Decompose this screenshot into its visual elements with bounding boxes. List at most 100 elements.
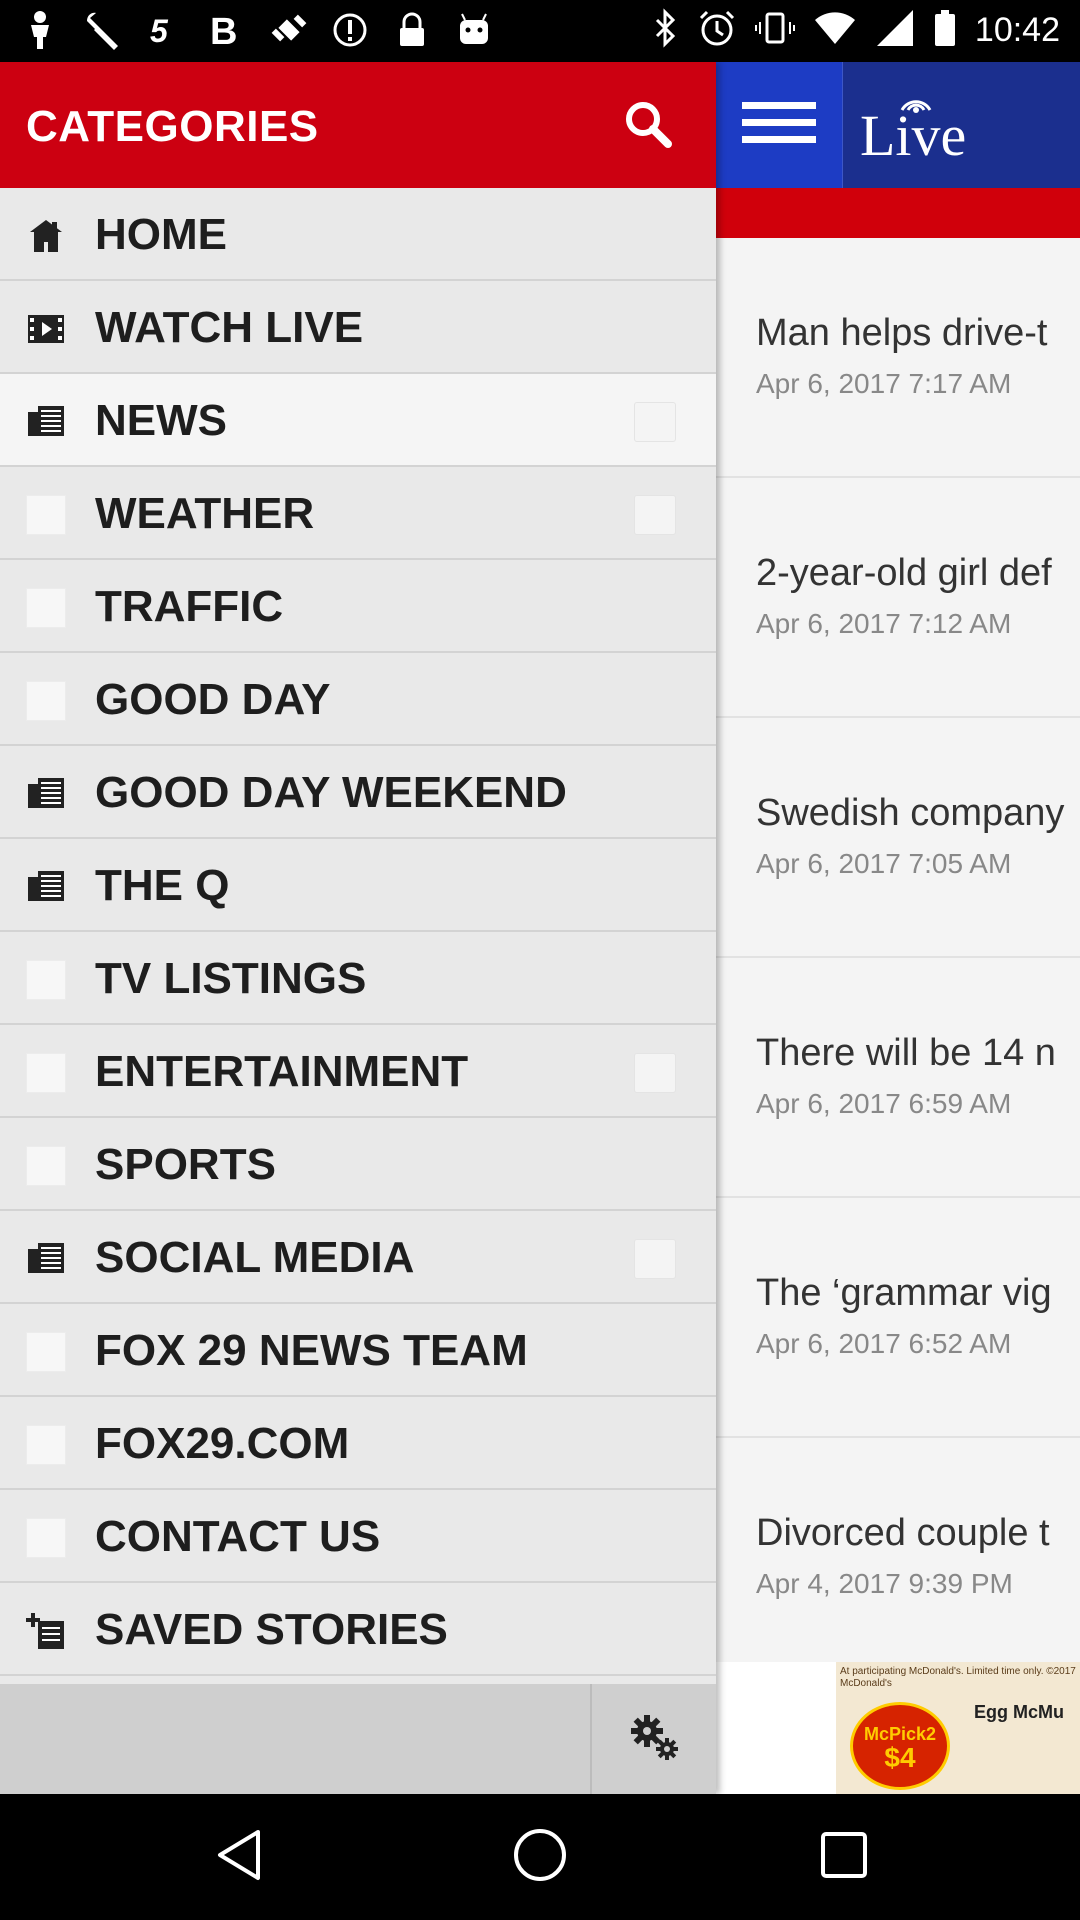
story-item[interactable]: Divorced couple t Apr 4, 2017 9:39 PM (716, 1438, 1080, 1678)
ad-badge-line2: $4 (884, 1742, 916, 1773)
blank-square (26, 1425, 66, 1465)
add-document-icon (26, 1611, 66, 1651)
menu-item-weather[interactable]: WEATHER (0, 467, 716, 560)
status-time: 10:42 (974, 11, 1060, 49)
person-icon (22, 10, 58, 50)
menu-item-entertainment[interactable]: ENTERTAINMENT (0, 1025, 716, 1118)
status-right-icons: 10:42 (653, 8, 1060, 53)
alarm-icon (697, 8, 737, 53)
menu-item-label: FOX29.COM (95, 1419, 350, 1468)
menu-button[interactable] (716, 62, 843, 188)
wrench-icon (84, 10, 120, 50)
blank-square (26, 495, 66, 535)
live-button[interactable]: Live (844, 62, 1080, 188)
search-button[interactable] (620, 96, 676, 152)
svg-text:B: B (210, 11, 237, 50)
documents-icon (26, 1239, 66, 1279)
menu-item-social-media[interactable]: SOCIAL MEDIA (0, 1211, 716, 1304)
home-icon (26, 216, 66, 256)
story-item[interactable]: Man helps drive-t Apr 6, 2017 7:17 AM (716, 238, 1080, 478)
placeholder-icon (26, 588, 66, 628)
menu-item-saved-stories[interactable]: SAVED STORIES (0, 1583, 716, 1676)
menu-item-label: CONTACT US (95, 1512, 381, 1561)
story-title: The ‘grammar vig (756, 1272, 1052, 1314)
recents-button[interactable] (811, 1824, 877, 1890)
menu-item-traffic[interactable]: TRAFFIC (0, 560, 716, 653)
blank-square (26, 1518, 66, 1558)
drawer-footer (0, 1684, 716, 1794)
lock-icon (394, 10, 430, 50)
story-item[interactable]: The ‘grammar vig Apr 6, 2017 6:52 AM (716, 1198, 1080, 1438)
ad-area: At participating McDonald's. Limited tim… (716, 1662, 1080, 1794)
home-button[interactable] (507, 1824, 573, 1890)
blank-square (26, 960, 66, 1000)
menu-item-label: GOOD DAY WEEKEND (95, 768, 567, 817)
battery-icon (933, 8, 957, 53)
recents-icon (819, 1830, 869, 1885)
expand-toggle[interactable] (634, 495, 676, 535)
back-button[interactable] (206, 1824, 272, 1890)
five-icon: 5 (146, 10, 182, 50)
gear-icon (627, 1709, 683, 1770)
menu-item-label: HOME (95, 210, 227, 259)
story-date: Apr 6, 2017 7:12 AM (756, 608, 1012, 639)
blank-square (26, 1146, 66, 1186)
fake-gps-icon (270, 10, 307, 50)
placeholder-icon (26, 1146, 66, 1186)
status-left-icons: 5 B (22, 10, 492, 53)
menu-item-good-day[interactable]: GOOD DAY (0, 653, 716, 746)
system-nav-bar (0, 1794, 1080, 1920)
placeholder-icon (26, 681, 66, 721)
back-icon (214, 1828, 264, 1887)
menu-item-label: WEATHER (95, 489, 315, 538)
bold-b-icon: B (208, 10, 244, 53)
placeholder-icon (26, 1053, 66, 1093)
story-item[interactable]: 2-year-old girl def Apr 6, 2017 7:12 AM (716, 478, 1080, 718)
menu-item-label: GOOD DAY (95, 675, 331, 724)
menu-item-home[interactable]: HOME (0, 188, 716, 281)
blank-square (26, 1053, 66, 1093)
story-title: 2-year-old girl def (756, 552, 1052, 594)
menu-item-the-q[interactable]: THE Q (0, 839, 716, 932)
menu-item-sports[interactable]: SPORTS (0, 1118, 716, 1211)
menu-item-label: NEWS (95, 396, 227, 445)
hamburger-icon (742, 100, 816, 151)
story-item[interactable]: Swedish company Apr 6, 2017 7:05 AM (716, 718, 1080, 958)
home-circle-icon (512, 1827, 568, 1888)
menu-item-label: TV LISTINGS (95, 954, 367, 1003)
main-content: Live Man helps drive-t Apr 6, 2017 7:17 … (716, 62, 1080, 1794)
menu-item-watch-live[interactable]: WATCH LIVE (0, 281, 716, 374)
menu-item-news[interactable]: NEWS (0, 374, 716, 467)
blank-square (26, 681, 66, 721)
story-title: Divorced couple t (756, 1512, 1050, 1554)
expand-toggle[interactable] (634, 402, 676, 442)
expand-toggle[interactable] (634, 1053, 676, 1093)
menu-item-tv-listings[interactable]: TV LISTINGS (0, 932, 716, 1025)
placeholder-icon (26, 1332, 66, 1372)
story-date: Apr 6, 2017 6:59 AM (756, 1088, 1012, 1119)
bluetooth-icon (653, 8, 679, 53)
menu-item-label: TRAFFIC (95, 582, 284, 631)
menu-item-fox-29-news-team[interactable]: FOX 29 NEWS TEAM (0, 1304, 716, 1397)
menu-item-good-day-weekend[interactable]: GOOD DAY WEEKEND (0, 746, 716, 839)
svg-text:5: 5 (150, 13, 169, 49)
story-title: Swedish company (756, 792, 1065, 834)
documents-icon (26, 402, 66, 442)
ad-banner[interactable]: At participating McDonald's. Limited tim… (836, 1662, 1080, 1794)
settings-button[interactable] (590, 1684, 718, 1794)
drawer-title: CATEGORIES (26, 102, 319, 151)
menu-item-fox29-com[interactable]: FOX29.COM (0, 1397, 716, 1490)
search-icon (620, 102, 676, 156)
story-item[interactable]: There will be 14 n Apr 6, 2017 6:59 AM (716, 958, 1080, 1198)
expand-toggle[interactable] (634, 1239, 676, 1279)
story-date: Apr 6, 2017 7:17 AM (756, 368, 1012, 399)
broadcast-icon (896, 86, 936, 119)
story-date: Apr 6, 2017 6:52 AM (756, 1328, 1012, 1359)
alert-icon (332, 10, 368, 50)
menu-item-label: THE Q (95, 861, 230, 910)
content-red-banner (716, 188, 1080, 238)
story-date: Apr 6, 2017 7:05 AM (756, 848, 1012, 879)
film-icon (26, 309, 66, 349)
menu-item-contact-us[interactable]: CONTACT US (0, 1490, 716, 1583)
navigation-drawer: CATEGORIES HOME WATCH LIVE NEWS WEATHER TRAF… (0, 62, 716, 1794)
